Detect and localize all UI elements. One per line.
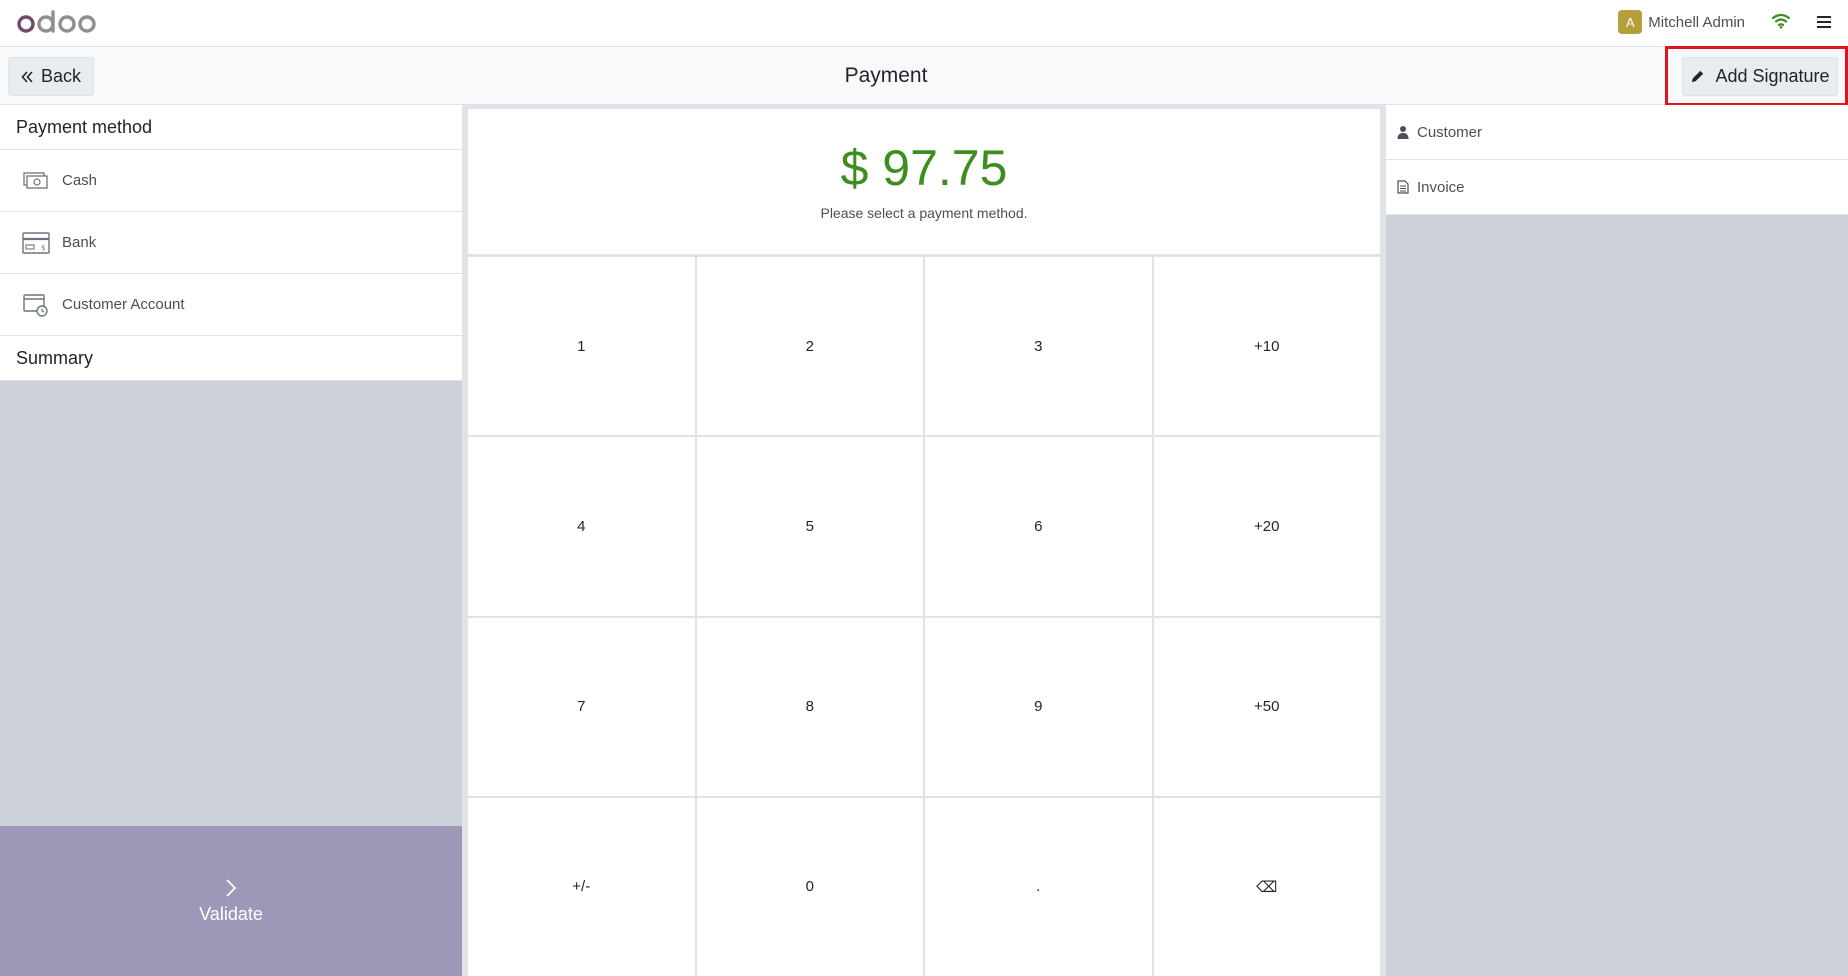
payment-method-cash[interactable]: Cash bbox=[0, 150, 462, 212]
file-text-icon bbox=[1397, 180, 1409, 194]
hamburger-menu-icon[interactable] bbox=[1816, 14, 1832, 30]
payment-method-bank-label: Bank bbox=[62, 234, 97, 251]
payment-method-header: Payment method bbox=[0, 105, 462, 150]
numpad-key-4[interactable]: 4 bbox=[468, 437, 695, 616]
payment-method-cash-label: Cash bbox=[62, 172, 98, 189]
numpad-key-1[interactable]: 1 bbox=[468, 257, 695, 436]
payment-status: $ 97.75 Please select a payment method. bbox=[468, 109, 1380, 254]
center-panel: $ 97.75 Please select a payment method. … bbox=[462, 105, 1386, 976]
right-panel: Customer Invoice bbox=[1386, 105, 1848, 976]
wifi-icon[interactable] bbox=[1772, 13, 1790, 29]
numpad-key-decimal[interactable]: . bbox=[925, 797, 1152, 976]
numpad-key-plus10[interactable]: +10 bbox=[1153, 257, 1380, 436]
chevron-right-icon bbox=[226, 878, 237, 897]
control-bar: Back Payment Add Signature bbox=[0, 46, 1848, 106]
numpad-key-6[interactable]: 6 bbox=[925, 437, 1152, 616]
user-avatar: A bbox=[1618, 10, 1643, 34]
invoice-button[interactable]: Invoice bbox=[1386, 160, 1848, 215]
numpad: 1 2 3 +10 4 5 6 +20 7 8 9 +50 +/- 0 . ⌫ bbox=[468, 257, 1380, 976]
payment-method-customer-account[interactable]: Customer Account bbox=[0, 274, 462, 336]
user-icon bbox=[1397, 126, 1409, 139]
odoo-logo[interactable] bbox=[17, 9, 97, 37]
cash-icon bbox=[23, 171, 48, 189]
user-menu[interactable]: A Mitchell Admin bbox=[1618, 10, 1745, 34]
payment-method-bank[interactable]: $ Bank bbox=[0, 212, 462, 274]
numpad-key-plus50[interactable]: +50 bbox=[1153, 617, 1380, 796]
numpad-key-8[interactable]: 8 bbox=[696, 617, 923, 796]
numpad-key-0[interactable]: 0 bbox=[696, 797, 923, 976]
add-signature-label: Add Signature bbox=[1715, 66, 1830, 86]
svg-text:$: $ bbox=[41, 244, 45, 252]
page-title: Payment bbox=[844, 64, 928, 87]
user-name: Mitchell Admin bbox=[1648, 13, 1745, 31]
customer-button[interactable]: Customer bbox=[1386, 105, 1848, 160]
add-signature-button[interactable]: Add Signature bbox=[1682, 57, 1838, 96]
credit-card-icon: $ bbox=[22, 231, 50, 254]
numpad-key-2[interactable]: 2 bbox=[696, 257, 923, 436]
numpad-key-7[interactable]: 7 bbox=[468, 617, 695, 796]
validate-label: Validate bbox=[199, 903, 263, 924]
numpad-key-plus20[interactable]: +20 bbox=[1153, 437, 1380, 616]
payment-hint: Please select a payment method. bbox=[820, 205, 1028, 221]
numpad-key-9[interactable]: 9 bbox=[925, 617, 1152, 796]
validate-button[interactable]: Validate bbox=[0, 826, 462, 976]
numpad-key-5[interactable]: 5 bbox=[696, 437, 923, 616]
pencil-icon bbox=[1692, 70, 1704, 83]
left-panel: Payment method Cash $ Bank Customer Acco… bbox=[0, 105, 462, 976]
numpad-key-plus-minus[interactable]: +/- bbox=[468, 797, 695, 976]
payment-method-customer-account-label: Customer Account bbox=[62, 296, 185, 313]
numpad-key-backspace[interactable]: ⌫ bbox=[1153, 797, 1380, 976]
customer-account-icon bbox=[23, 293, 48, 317]
total-amount: $ 97.75 bbox=[840, 140, 1008, 196]
customer-label: Customer bbox=[1417, 123, 1483, 141]
summary-header: Summary bbox=[0, 336, 462, 381]
top-navbar: A Mitchell Admin bbox=[0, 0, 1848, 47]
invoice-label: Invoice bbox=[1417, 178, 1465, 196]
numpad-key-3[interactable]: 3 bbox=[925, 257, 1152, 436]
